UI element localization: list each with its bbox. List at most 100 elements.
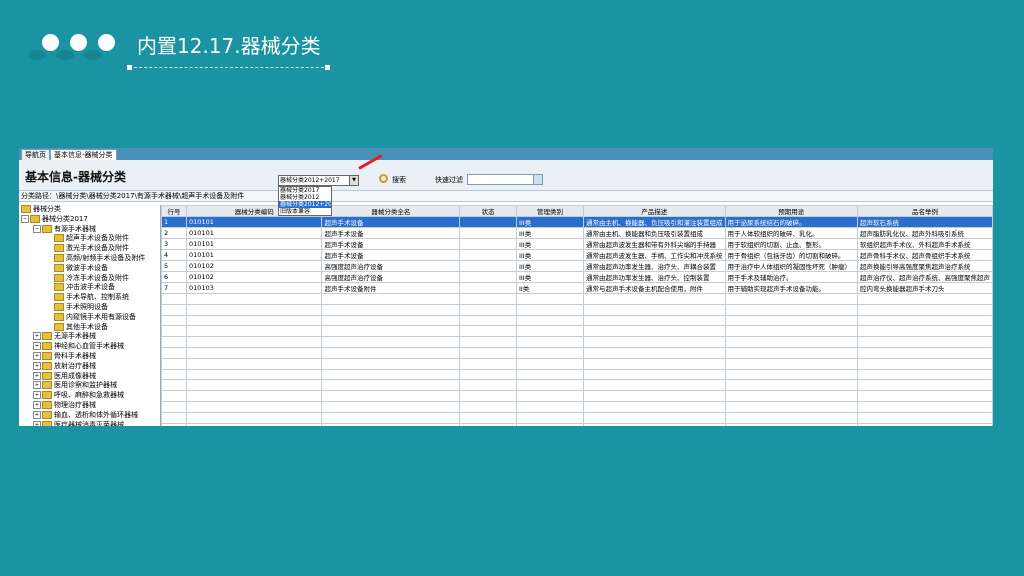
tree-node[interactable]: + 呼吸、麻醉和急救器械	[19, 391, 160, 401]
tree-node[interactable]: 激光手术设备及附件	[19, 244, 160, 254]
search-button[interactable]: 搜索	[392, 175, 406, 185]
table-cell[interactable]: 通常由超声波发生器和带有外科尖端的手持器	[583, 238, 726, 250]
tree-node[interactable]: + 输血、透析和体外循环器械	[19, 410, 160, 421]
table-cell[interactable]: 用于软组织的切割、止血、整形。	[724, 238, 858, 250]
table-cell[interactable]	[459, 249, 517, 261]
column-header[interactable]: 器械分类全名	[321, 205, 461, 217]
column-header[interactable]: 管理类别	[515, 205, 585, 217]
table-row[interactable]: 5 010102 高强度超声治疗设备 III类 通常由超声功率发生器、治疗头、声耦合装置…	[161, 260, 993, 272]
dropdown-option[interactable]: 器械分类2012	[279, 194, 331, 201]
column-header[interactable]: 产品描述	[583, 205, 726, 217]
tree-node[interactable]: − 有源手术器械	[19, 224, 160, 235]
expand-icon[interactable]: +	[33, 332, 41, 341]
table-cell[interactable]: 通常由主机、换能器、负压吸引和灌注装置组成	[583, 216, 726, 228]
tree-node[interactable]: + 骨科手术器械	[19, 351, 160, 362]
table-cell[interactable]: 010101	[186, 238, 323, 250]
table-cell[interactable]: 1	[161, 216, 188, 228]
filter-clear-icon[interactable]	[533, 175, 542, 184]
tree-node[interactable]: 手术照明设备	[19, 302, 160, 313]
table-cell[interactable]: 2	[161, 227, 188, 239]
tree-node[interactable]: 超声手术设备及附件	[19, 234, 160, 244]
table-cell[interactable]: 通常由超声波发生器、手柄、工作尖和冲洗系统	[583, 249, 726, 261]
table-cell[interactable]: 3	[161, 238, 188, 250]
table-cell[interactable]: 超声治疗仪、超声治疗系统、高强度聚焦超声	[856, 271, 993, 283]
tree-node[interactable]: + 物理治疗器械	[19, 400, 160, 411]
tree-node[interactable]: + 医疗器械消毒灭菌器械	[19, 420, 160, 426]
table-row[interactable]: 6 010102 高强度超声治疗设备 III类 通常由超声功率发生器、治疗头、控制装置用…	[161, 271, 993, 283]
classification-select[interactable]: 器械分类2012+2017 ▼	[278, 175, 359, 186]
table-cell[interactable]	[459, 227, 517, 239]
table-cell[interactable]: III类	[515, 238, 585, 250]
tree-node[interactable]: 器械分类	[19, 205, 160, 215]
table-row[interactable]: 2 010101 超声手术设备 III类 通常由主机、换能器和负压吸引装置组成 用于人体软…	[161, 227, 993, 239]
collapse-icon[interactable]: −	[21, 214, 29, 223]
table-row[interactable]: 4 010101 超声手术设备 III类 通常由超声波发生器、手柄、工作尖和冲洗系统 用于…	[161, 249, 993, 261]
table-cell[interactable]: 010102	[186, 271, 323, 283]
table-cell[interactable]: 通常由超声功率发生器、治疗头、声耦合装置	[583, 260, 726, 272]
table-cell[interactable]: 腔内弯头换能器超声手术刀头	[856, 282, 993, 294]
tree-node[interactable]: 高频/射频手术设备及附件	[19, 253, 160, 264]
tree-node[interactable]: 其他手术设备	[19, 322, 160, 333]
table-cell[interactable]: 超声换能引导高强度聚焦超声治疗系统	[856, 260, 993, 272]
tree-node[interactable]: 微波手术设备	[19, 263, 160, 274]
table-cell[interactable]: 010102	[186, 260, 323, 272]
table-cell[interactable]: 通常由主机、换能器和负压吸引装置组成	[583, 227, 726, 239]
table-row[interactable]: 1 010101 超声手术设备 III类 通常由主机、换能器、负压吸引和灌注装置组成 用于…	[161, 216, 993, 228]
table-cell[interactable]: 010103	[186, 282, 323, 294]
column-header[interactable]: 行号	[161, 205, 188, 217]
expand-icon[interactable]: +	[33, 400, 41, 409]
table-cell[interactable]: III类	[515, 271, 585, 283]
tree-node[interactable]: 冲击波手术设备	[19, 283, 160, 293]
table-cell[interactable]: III类	[515, 260, 585, 272]
tree-node[interactable]: + 放射治疗器械	[19, 361, 160, 372]
table-cell[interactable]: 用于人体软组织的破碎、乳化。	[724, 227, 858, 239]
table-cell[interactable]: III类	[515, 249, 585, 261]
dropdown-option[interactable]: 器械分类2017	[279, 187, 331, 194]
table-cell[interactable]: 超声手术设备	[321, 227, 461, 239]
tree-node[interactable]: + 无源手术器械	[19, 332, 160, 342]
table-cell[interactable]	[459, 260, 517, 272]
tree-node[interactable]: 手术导航、控制系统	[19, 293, 160, 303]
table-cell[interactable]: II类	[515, 282, 585, 294]
expand-icon[interactable]: +	[33, 410, 41, 419]
table-cell[interactable]: 通常由超声功率发生器、治疗头、控制装置	[583, 271, 726, 283]
table-cell[interactable]: 超声手术设备	[321, 216, 461, 228]
table-cell[interactable]: 软组织超声手术仪、外科超声手术系统	[856, 238, 993, 250]
table-cell[interactable]: 7	[161, 282, 188, 294]
expand-icon[interactable]: +	[33, 351, 41, 360]
tree-node[interactable]: − 器械分类2017	[19, 214, 160, 225]
column-header[interactable]: 预期用途	[724, 205, 858, 217]
table-cell[interactable]: 用于治疗中人体组织的凝固性坏死（肿瘤）	[724, 260, 858, 272]
table-cell[interactable]: 超声手术设备	[321, 249, 461, 261]
table-cell[interactable]: 用于手术及辅助治疗。	[724, 271, 858, 283]
table-cell[interactable]: 6	[161, 271, 188, 283]
table-cell[interactable]	[459, 216, 517, 228]
table-cell[interactable]: 用于骨组织（包括牙齿）的切割和破碎。	[724, 249, 858, 261]
chevron-down-icon[interactable]: ▼	[349, 176, 358, 185]
expand-icon[interactable]: +	[33, 371, 41, 380]
table-cell[interactable]	[459, 238, 517, 250]
search-icon[interactable]	[379, 174, 388, 183]
tree-node[interactable]: + 神经和心血管手术器械	[19, 342, 160, 352]
table-cell[interactable]: 超声软石系统	[856, 216, 993, 228]
dropdown-option-selected[interactable]: 器械分类2012+2017	[279, 201, 331, 208]
collapse-icon[interactable]: −	[33, 224, 41, 233]
expand-icon[interactable]: +	[33, 361, 41, 370]
expand-icon[interactable]: +	[33, 381, 41, 390]
expand-icon[interactable]: +	[33, 391, 41, 400]
tree-node[interactable]: 冷冻手术设备及附件	[19, 273, 160, 284]
table-cell[interactable]	[459, 271, 517, 283]
table-row[interactable]: 7 010103 超声手术设备附件 II类 通常与超声手术设备主机配合使用，附件 用于辅助…	[161, 282, 993, 294]
table-cell[interactable]: 010101	[186, 216, 323, 228]
table-cell[interactable]: 010101	[186, 227, 323, 239]
table-cell[interactable]: III类	[515, 227, 585, 239]
quick-filter-input[interactable]	[467, 174, 543, 185]
tree-node[interactable]: 内窥镜手术用有源设备	[19, 312, 160, 323]
expand-icon[interactable]: +	[33, 342, 41, 351]
tree-node[interactable]: + 医用诊察和监护器械	[19, 381, 160, 391]
table-cell[interactable]: 用于辅助实现超声手术设备功能。	[724, 282, 858, 294]
table-cell[interactable]: III类	[515, 216, 585, 228]
table-cell[interactable]: 超声手术设备附件	[321, 282, 461, 294]
table-cell[interactable]: 高强度超声治疗设备	[321, 260, 461, 272]
dropdown-option[interactable]: 旧版本兼容	[279, 208, 331, 215]
